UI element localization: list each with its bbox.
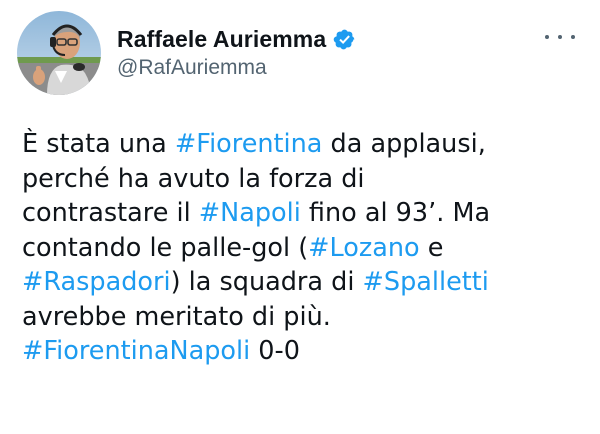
tweet-text-segment: contrastare il [22, 198, 199, 228]
hashtag-link[interactable]: #FiorentinaNapoli [22, 336, 250, 366]
name-row: Raffaele Auriemma [117, 24, 356, 54]
more-dot [558, 35, 562, 39]
hashtag-link[interactable]: #Napoli [199, 198, 301, 228]
tweet-text: È stata una #Fiorentina da applausi, perc… [22, 127, 592, 369]
tweet-text-segment: da applausi, [322, 129, 486, 159]
more-dot [571, 35, 575, 39]
hashtag-link[interactable]: #Fiorentina [175, 129, 323, 159]
tweet-text-segment: È stata una [22, 129, 175, 159]
tweet-text-line: #Raspadori) la squadra di #Spalletti [22, 265, 592, 300]
tweet-text-line: #FiorentinaNapoli 0-0 [22, 334, 592, 369]
avatar[interactable] [17, 11, 101, 95]
user-handle[interactable]: @RafAuriemma [117, 56, 267, 80]
more-options-icon[interactable] [545, 27, 575, 47]
tweet-text-segment: fino al 93’. Ma [300, 198, 491, 228]
tweet-text-segment: avrebbe meritato di più. [22, 301, 331, 332]
tweet-text-line: È stata una #Fiorentina da applausi, [22, 127, 592, 162]
hashtag-link[interactable]: #Raspadori [22, 267, 171, 297]
tweet-text-segment: contando le palle-gol ( [22, 232, 309, 263]
more-dot [545, 35, 549, 39]
tweet-text-line: perché ha avuto la forza di [22, 162, 592, 197]
tweet-text-line: avrebbe meritato di più. [22, 300, 592, 335]
tweet-text-segment: 0-0 [250, 336, 300, 366]
tweet-text-segment: e [419, 232, 444, 263]
tweet-text-segment: ) la squadra di [170, 267, 363, 297]
tweet-card: Raffaele Auriemma @RafAuriemma È stata u… [0, 0, 600, 434]
hashtag-link[interactable]: #Spalletti [363, 267, 489, 297]
hashtag-link[interactable]: #Lozano [308, 233, 420, 263]
tweet-text-line: contrastare il #Napoli fino al 93’. Ma [22, 196, 592, 231]
avatar-photo [17, 11, 101, 95]
tweet-text-line: contando le palle-gol (#Lozano e [22, 231, 592, 266]
verified-badge-icon [333, 28, 356, 51]
display-name[interactable]: Raffaele Auriemma [117, 26, 326, 53]
tweet-text-segment: perché ha avuto la forza di [22, 163, 365, 194]
